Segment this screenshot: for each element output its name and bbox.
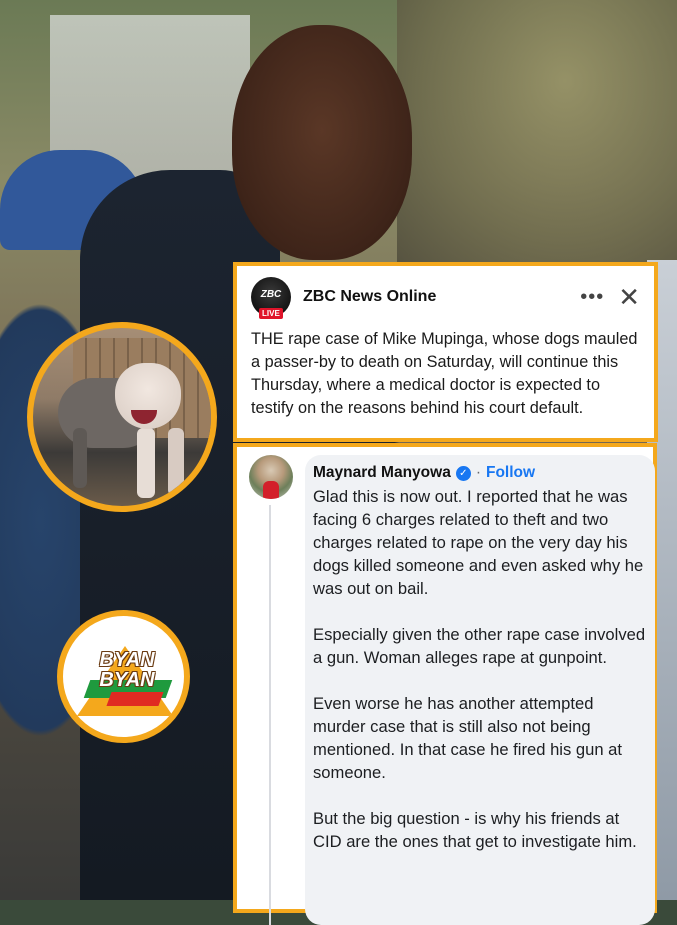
comment-paragraph: Especially given the other rape case inv… (313, 625, 646, 667)
comment-paragraph: Glad this is now out. I reported that he… (313, 487, 644, 598)
page-name-link[interactable]: ZBC News Online (303, 288, 580, 306)
post-text: THE rape case of Mike Mupinga, whose dog… (251, 330, 638, 417)
commenter-name-link[interactable]: Maynard Manyowa (313, 464, 451, 482)
live-badge: LIVE (259, 308, 283, 319)
news-post-card: ZBC LIVE ZBC News Online ••• ✕ THE rape … (233, 262, 658, 442)
more-options-icon[interactable]: ••• (580, 286, 604, 309)
comment-paragraph: But the big question - is why his friend… (313, 809, 637, 851)
logo-red-stripe (106, 692, 164, 706)
logo-text: BYAN BYAN (77, 650, 177, 690)
separator-dot: · (475, 464, 481, 481)
logo-line2: BYAN (99, 669, 155, 691)
dog-leg (137, 428, 155, 498)
close-icon[interactable]: ✕ (618, 284, 640, 310)
dog-leg (73, 428, 87, 488)
verified-badge-icon: ✓ (455, 465, 471, 481)
comment-header: Maynard Manyowa ✓ · Follow (313, 461, 649, 485)
byanbyan-logo: BYAN BYAN (57, 610, 190, 743)
dog-leg (168, 428, 184, 496)
follow-button[interactable]: Follow (486, 464, 535, 482)
zbc-logo[interactable]: ZBC LIVE (251, 277, 291, 319)
dog-photo-inset (27, 322, 217, 512)
comment-paragraph: Even worse he has another attempted murd… (313, 694, 623, 782)
commenter-avatar[interactable] (249, 455, 293, 499)
comment-text: Glad this is now out. I reported that he… (313, 485, 649, 853)
person-face (232, 25, 412, 260)
avatar-shirt (263, 481, 279, 499)
comment-bubble: Maynard Manyowa ✓ · Follow Glad this is … (305, 455, 655, 925)
post-header: ZBC LIVE ZBC News Online ••• ✕ (251, 276, 640, 319)
comment-card: Maynard Manyowa ✓ · Follow Glad this is … (233, 443, 657, 925)
background-trees (397, 0, 677, 270)
logo-line1: BYAN (99, 649, 155, 671)
zbc-logo-text: ZBC (260, 288, 282, 300)
thread-line (269, 505, 271, 925)
